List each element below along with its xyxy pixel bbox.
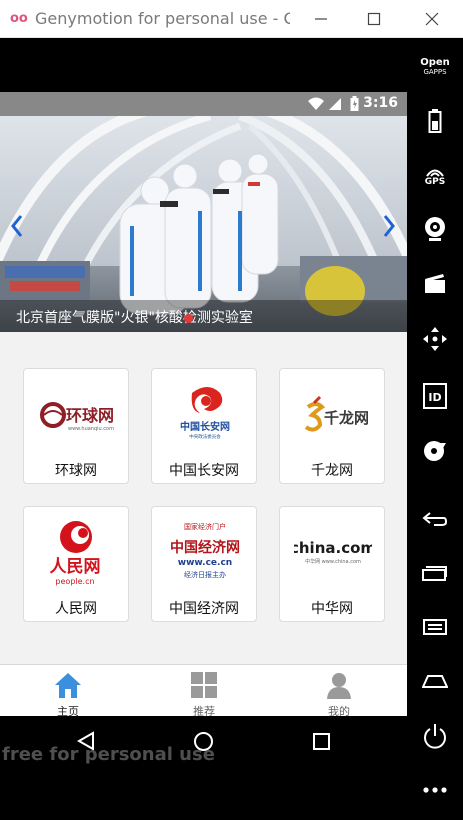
android-status-bar: 3:16	[0, 92, 407, 116]
id-label: ID	[428, 391, 441, 404]
people-logo: 人民网 people.cn	[50, 521, 101, 586]
signal-icon	[329, 98, 341, 110]
nav-tab-home[interactable]: 主页	[28, 669, 108, 716]
recents-button[interactable]	[415, 558, 455, 588]
home-icon	[55, 673, 81, 698]
disk-button[interactable]	[415, 436, 455, 466]
gps-icon	[426, 169, 444, 177]
more-button[interactable]	[415, 778, 455, 802]
battery-button[interactable]	[415, 106, 455, 136]
menu-button[interactable]	[415, 612, 455, 642]
minimize-button[interactable]	[307, 8, 335, 30]
battery-icon	[428, 109, 442, 133]
more-icon	[423, 787, 447, 793]
home-button[interactable]	[415, 666, 455, 696]
opengapps-sub: GAPPS	[423, 68, 447, 76]
wifi-icon	[308, 97, 324, 110]
nav-label-home: 主页	[57, 705, 79, 716]
changan-logo: 中国长安网 中央政法委员会	[180, 387, 230, 440]
watermark-text: free for personal use	[2, 744, 215, 765]
battery-icon	[350, 96, 359, 111]
window-title: Genymotion for personal use - C...	[35, 9, 290, 28]
site-label: 中国经济网	[169, 601, 239, 617]
home-icon	[422, 675, 448, 688]
site-card-qianlong[interactable]: 千龙网 千龙网	[279, 368, 385, 484]
site-label: 中华网	[311, 601, 353, 617]
svg-text:www.ce.cn: www.ce.cn	[178, 558, 232, 568]
site-grid: 环球网 www.huanqiu.com 环球网 中国长安网 中央政法委员会 中国…	[23, 368, 385, 626]
device-id-button[interactable]: ID	[415, 381, 455, 411]
banner-prev-button[interactable]	[10, 214, 24, 243]
user-icon	[327, 673, 351, 699]
minimize-icon	[315, 18, 327, 20]
bottom-navigation: 主页 推荐 我的	[0, 664, 407, 716]
banner-caption-bar: 北京首座气膜版"火银"核酸检测实验室	[0, 300, 407, 332]
chevron-right-icon	[383, 215, 395, 237]
webcam-icon	[425, 217, 445, 241]
svg-text:中国长安网: 中国长安网	[180, 420, 230, 433]
clapper-icon	[425, 274, 445, 293]
recents-icon	[422, 566, 447, 581]
nav-label-recommend: 推荐	[193, 705, 215, 716]
site-label: 千龙网	[311, 463, 353, 479]
genymotion-toolbar: Open GAPPS GPS ID	[407, 38, 463, 820]
site-label: 人民网	[55, 601, 97, 617]
site-label: 中国长安网	[169, 463, 239, 479]
svg-text:people.cn: people.cn	[55, 577, 94, 586]
china-com-logo: china.com 中华网 www.china.com	[294, 539, 372, 565]
power-icon	[424, 724, 446, 749]
svg-text:经济日报主办: 经济日报主办	[184, 570, 226, 579]
close-icon	[425, 12, 439, 26]
banner-next-button[interactable]	[382, 214, 396, 243]
window-titlebar: oo Genymotion for personal use - C...	[0, 0, 463, 38]
gps-label: GPS	[424, 177, 446, 187]
nav-tab-profile[interactable]: 我的	[299, 669, 379, 716]
opengapps-label: Open	[420, 57, 450, 68]
capture-button[interactable]	[415, 268, 455, 298]
menu-icon	[423, 619, 447, 635]
banner-caption: 北京首座气膜版"火银"核酸检测实验室	[16, 310, 253, 326]
back-icon	[422, 512, 448, 526]
genymotion-window: oo Genymotion for personal use - C... 3:…	[0, 0, 463, 820]
maximize-button[interactable]	[360, 8, 388, 30]
site-card-huanqiu[interactable]: 环球网 www.huanqiu.com 环球网	[23, 368, 129, 484]
disk-icon	[424, 441, 446, 461]
site-card-china[interactable]: china.com 中华网 www.china.com 中华网	[279, 506, 385, 622]
status-clock: 3:16	[363, 95, 398, 111]
app-screen: 北京首座气膜版"火银"核酸检测实验室 环球网 www.huanqiu.com 环…	[0, 116, 407, 716]
recents-icon[interactable]	[313, 733, 330, 750]
site-label: 环球网	[55, 463, 97, 479]
site-card-ce[interactable]: 国家经济门户 中国经济网 www.ce.cn 经济日报主办 中国经济网	[151, 506, 257, 622]
nav-label-profile: 我的	[328, 705, 350, 716]
svg-text:人民网: 人民网	[50, 557, 101, 577]
app-logo-icon: oo	[10, 11, 28, 26]
ce-logo: 国家经济门户 中国经济网 www.ce.cn 经济日报主办	[170, 522, 240, 579]
site-card-people[interactable]: 人民网 people.cn 人民网	[23, 506, 129, 622]
qianlong-logo: 千龙网	[304, 395, 369, 432]
move-icon	[423, 327, 447, 351]
svg-text:千龙网: 千龙网	[324, 409, 369, 427]
webcam-button[interactable]	[415, 214, 455, 244]
svg-text:中国经济网: 中国经济网	[170, 539, 240, 556]
site-card-changan[interactable]: 中国长安网 中央政法委员会 中国长安网	[151, 368, 257, 484]
id-icon: ID	[423, 383, 447, 409]
power-button[interactable]	[415, 721, 455, 751]
huanqiu-logo: 环球网 www.huanqiu.com	[40, 402, 114, 432]
chevron-left-icon	[11, 215, 23, 237]
back-button[interactable]	[415, 504, 455, 534]
gps-button[interactable]: GPS	[415, 162, 455, 192]
svg-text:www.huanqiu.com: www.huanqiu.com	[68, 426, 114, 432]
banner-indicator[interactable]	[184, 314, 193, 323]
move-button[interactable]	[415, 324, 455, 354]
maximize-icon	[367, 12, 381, 26]
svg-text:环球网: 环球网	[66, 406, 114, 425]
opengapps-button[interactable]: Open GAPPS	[415, 52, 455, 82]
news-banner[interactable]: 北京首座气膜版"火银"核酸检测实验室	[0, 116, 407, 332]
grid-icon	[191, 672, 217, 698]
nav-tab-recommend[interactable]: 推荐	[164, 669, 244, 716]
svg-text:中华网 www.china.com: 中华网 www.china.com	[305, 558, 361, 565]
close-button[interactable]	[418, 8, 446, 30]
svg-text:中央政法委员会: 中央政法委员会	[189, 433, 221, 440]
svg-text:国家经济门户: 国家经济门户	[184, 522, 226, 531]
